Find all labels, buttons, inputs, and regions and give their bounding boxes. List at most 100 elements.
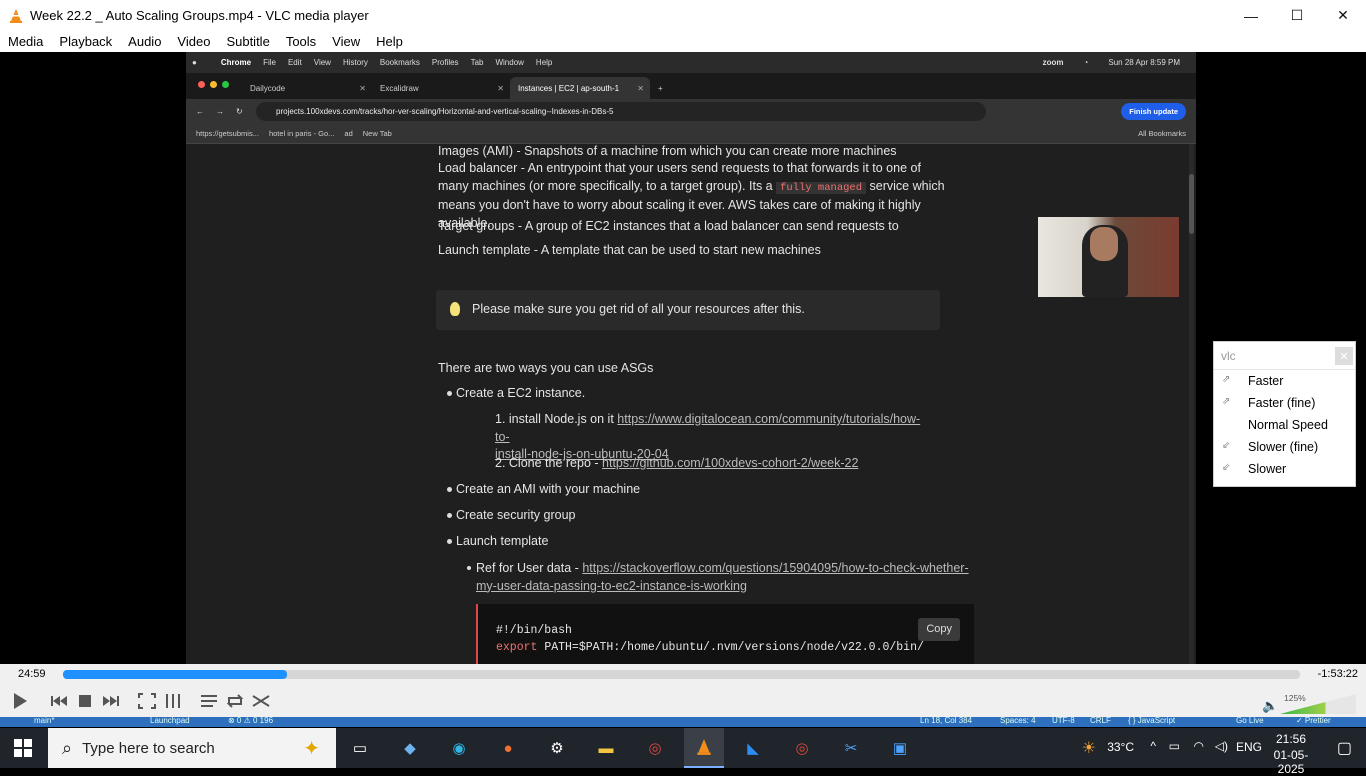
edge-icon[interactable]: ◉ — [447, 736, 471, 760]
vlc-controls: 24:59 -1:53:22 🔈 125% — [0, 664, 1366, 717]
task-view-icon[interactable]: ▭ — [348, 736, 372, 760]
mac-menu-window: Window — [495, 58, 524, 67]
notification-icon[interactable]: ▢ — [1337, 738, 1352, 758]
mac-menu-tab: Tab — [470, 58, 484, 67]
mac-menu-view: View — [313, 58, 331, 67]
speed-normal[interactable]: Normal Speed — [1214, 414, 1355, 436]
volume-tray-icon[interactable]: ◁) — [1215, 739, 1228, 753]
temperature: 33°C — [1107, 740, 1134, 754]
clear-icon[interactable]: ✕ — [1335, 347, 1353, 365]
extended-settings-icon[interactable] — [160, 693, 186, 709]
language-indicator[interactable]: ENG — [1236, 740, 1262, 754]
speed-faster-fine[interactable]: ⇗ Faster (fine) — [1214, 392, 1355, 414]
page-scrollbar — [1189, 144, 1194, 664]
minimize-button[interactable]: — — [1228, 0, 1274, 31]
settings-icon[interactable]: ⚙ — [545, 736, 569, 760]
stop-icon[interactable] — [72, 694, 98, 708]
chrome-profile-icon[interactable]: ◎ — [790, 736, 814, 760]
status-eol: CRLF — [1090, 717, 1111, 725]
status-prettier: ✓ Prettier — [1296, 717, 1331, 725]
slower-fine-icon: ⇙ — [1222, 440, 1231, 451]
fully-managed-code: fully managed — [776, 181, 867, 194]
vlc-title-bar: Week 22.2 _ Auto Scaling Groups.mp4 - VL… — [0, 0, 1366, 31]
slower-icon: ⇙ — [1222, 462, 1231, 473]
vscode-icon[interactable]: ◣ — [741, 736, 765, 760]
volume-control[interactable]: 🔈 125% — [1246, 686, 1366, 716]
apple-icon: ● — [192, 58, 197, 67]
callout-box: Please make sure you get rid of all your… — [436, 290, 940, 330]
playlist-icon[interactable] — [196, 694, 222, 708]
menu-help[interactable]: Help — [368, 34, 411, 49]
status-language: { } JavaScript — [1128, 717, 1176, 725]
shuffle-icon[interactable] — [248, 694, 274, 708]
postman-icon[interactable]: ● — [496, 736, 520, 760]
mac-close-dot — [198, 81, 205, 88]
menu-audio[interactable]: Audio — [120, 34, 169, 49]
url-text: projects.100xdevs.com/tracks/hor-ver-sca… — [276, 107, 614, 116]
fullscreen-icon[interactable] — [134, 692, 160, 709]
bullet-dot — [447, 391, 452, 396]
close-button[interactable]: ✕ — [1320, 0, 1366, 31]
search-placeholder: Type here to search — [82, 739, 215, 757]
chrome-address-row: ← → ↻ projects.100xdevs.com/tracks/hor-v… — [186, 99, 1196, 124]
vlc-logo-icon — [10, 8, 22, 23]
remaining-time: -1:53:22 — [1317, 668, 1358, 680]
tab-label: Instances | EC2 | ap-south-1 — [518, 83, 620, 93]
zoom-label: zoom — [1042, 58, 1064, 67]
sparkle-icon: ✦ — [303, 738, 320, 760]
windows-start-icon[interactable] — [14, 739, 32, 762]
file-explorer-icon[interactable]: ▬ — [594, 736, 618, 760]
chrome-tab-bar: Dailycode ✕ Excalidraw ✕ Instances | EC2 |… — [186, 73, 1196, 99]
previous-icon[interactable] — [46, 694, 72, 708]
loop-icon[interactable] — [222, 693, 248, 708]
seek-bar[interactable] — [63, 670, 1300, 679]
status-errors: ⊗ 0 ⚠ 0 196 — [228, 717, 274, 725]
speed-menu: vlc ✕ ⇗ Faster ⇗ Faster (fine) Normal Speed… — [1213, 341, 1356, 487]
tab-close-icon: ✕ — [359, 83, 366, 93]
chrome-icon[interactable]: ◎ — [643, 736, 667, 760]
address-bar: projects.100xdevs.com/tracks/hor-ver-sca… — [256, 102, 986, 121]
stackoverflow-link: https://stackoverflow.com/questions/1590… — [582, 561, 969, 575]
speed-slower-fine[interactable]: ⇙ Slower (fine) — [1214, 436, 1355, 458]
code-block: #!/bin/bash export PATH=$PATH:/home/ubun… — [476, 604, 974, 664]
vlc-taskbar-active[interactable] — [684, 728, 724, 768]
clock[interactable]: 21:56 01-05-2025 — [1263, 732, 1319, 776]
wifi-icon[interactable]: ◠ — [1194, 739, 1204, 753]
taskbar-search[interactable]: ⌕ Type here to search ✦ — [48, 728, 336, 768]
network-icon[interactable]: ▭ — [1169, 739, 1180, 753]
video-area[interactable]: ● Chrome File Edit View History Bookmark… — [0, 52, 1366, 664]
all-bookmarks: All Bookmarks — [1138, 129, 1186, 138]
play-button[interactable] — [0, 690, 38, 712]
maximize-button[interactable]: ☐ — [1274, 0, 1320, 31]
wifi-icon: ◔ — [1083, 58, 1089, 67]
menu-tools[interactable]: Tools — [278, 34, 324, 49]
snipping-tool-icon[interactable]: ✂ — [839, 736, 863, 760]
menu-view[interactable]: View — [324, 34, 368, 49]
tray-chevron-icon[interactable]: ^ — [1150, 739, 1156, 753]
presenter-face — [1090, 227, 1118, 261]
status-position: Ln 18, Col 384 — [920, 717, 973, 725]
bullet-dot — [447, 539, 452, 544]
seek-progress — [63, 670, 287, 679]
github-link: https://github.com/100xdevs-cohort-2/wee… — [602, 456, 859, 470]
next-icon[interactable] — [98, 694, 124, 708]
speed-filter-input[interactable]: vlc ✕ — [1214, 342, 1355, 370]
menu-subtitle[interactable]: Subtitle — [218, 34, 277, 49]
speed-slower[interactable]: ⇙ Slower — [1214, 458, 1355, 480]
bullet-create-ec2: Create a EC2 instance. — [456, 386, 586, 400]
bullet-create-ami: Create an AMI with your machine — [456, 482, 641, 496]
vlc-menu-bar: Media Playback Audio Video Subtitle Tool… — [0, 31, 1366, 52]
menu-video[interactable]: Video — [169, 34, 218, 49]
mac-app-name: Chrome — [220, 58, 252, 67]
menu-media[interactable]: Media — [0, 34, 51, 49]
app-icon[interactable]: ▣ — [888, 736, 912, 760]
window-title: Week 22.2 _ Auto Scaling Groups.mp4 - VL… — [30, 8, 369, 23]
tab-dailycode: Dailycode ✕ — [242, 77, 372, 99]
current-time: 24:59 — [18, 668, 46, 680]
tab-ec2-instances: Instances | EC2 | ap-south-1 ✕ — [510, 77, 650, 99]
bookmark-item: ad — [344, 129, 353, 138]
menu-playback[interactable]: Playback — [51, 34, 120, 49]
mac-menu-bookmarks: Bookmarks — [379, 58, 420, 67]
copilot-icon[interactable]: ◆ — [398, 736, 422, 760]
speed-faster[interactable]: ⇗ Faster — [1214, 370, 1355, 392]
